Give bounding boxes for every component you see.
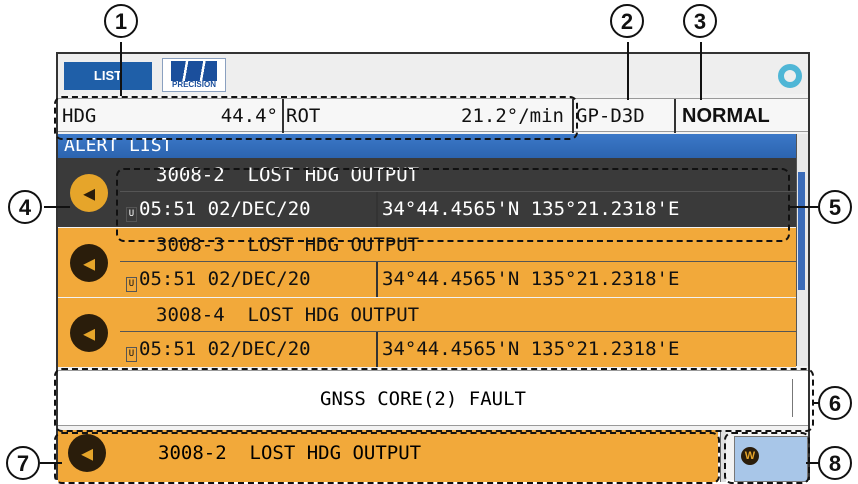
alert-text: LOST HDG OUTPUT <box>247 304 420 326</box>
alert-position: 34°44.4565'N 135°21.2318'E <box>382 338 680 360</box>
u-badge: U <box>126 277 137 292</box>
status-divider <box>674 99 676 133</box>
alert-time: 05:51 <box>139 338 197 360</box>
list-button[interactable]: LIST <box>64 62 152 90</box>
mode-status: NORMAL <box>682 105 770 127</box>
alert-row[interactable]: ◀ 3008-4 LOST HDG OUTPUT U 05:51 02/DEC/2… <box>58 298 796 367</box>
detail-divider <box>376 262 378 297</box>
callout-outline-5 <box>116 168 790 242</box>
leader-line-5 <box>790 206 818 208</box>
alert-date: 02/DEC/20 <box>207 268 311 290</box>
leader-line-4 <box>44 206 70 208</box>
callout-2: 2 <box>610 4 644 38</box>
callout-5: 5 <box>818 190 852 224</box>
callout-outline-6 <box>54 368 814 432</box>
scrollbar-thumb[interactable] <box>798 172 805 290</box>
alert-detail-line: U 05:51 02/DEC/20 34°44.4565'N 135°21.231… <box>120 332 796 367</box>
callout-1: 1 <box>104 4 138 38</box>
leader-line-3 <box>700 42 702 100</box>
alert-code: 3008-4 <box>156 304 225 326</box>
top-bar: LIST PRECISION <box>58 54 808 94</box>
alert-detail-line: U 05:51 02/DEC/20 34°44.4565'N 135°21.231… <box>120 262 796 297</box>
callout-3: 3 <box>683 4 717 38</box>
leader-line-1 <box>120 42 122 96</box>
speaker-icon[interactable]: ◀ <box>70 314 108 352</box>
callout-outline-8 <box>724 432 810 484</box>
alert-date: 02/DEC/20 <box>207 338 311 360</box>
logo-mark <box>171 61 217 81</box>
callout-6: 6 <box>818 386 852 420</box>
speaker-icon[interactable]: ◀ <box>70 174 108 212</box>
alert-speaker[interactable]: ◀ <box>58 158 120 227</box>
leader-line-7 <box>40 462 62 464</box>
logo-caption: PRECISION <box>171 80 216 89</box>
callout-outline-7 <box>54 432 720 484</box>
alert-speaker[interactable]: ◀ <box>58 298 120 367</box>
ring-icon <box>778 64 802 88</box>
alert-position: 34°44.4565'N 135°21.2318'E <box>382 268 680 290</box>
fix-status: GP-D3D <box>576 105 645 127</box>
leader-line-2 <box>627 42 629 100</box>
detail-divider <box>376 332 378 367</box>
speaker-icon[interactable]: ◀ <box>70 244 108 282</box>
u-badge: U <box>126 347 137 362</box>
callout-outline-1 <box>54 96 578 140</box>
alert-title-line: 3008-4 LOST HDG OUTPUT <box>120 298 796 332</box>
callout-8: 8 <box>818 446 852 480</box>
alert-time: 05:51 <box>139 268 197 290</box>
callout-7: 7 <box>6 446 40 480</box>
callout-4: 4 <box>8 190 42 224</box>
alert-speaker[interactable]: ◀ <box>58 228 120 297</box>
precision-logo: PRECISION <box>162 58 226 92</box>
